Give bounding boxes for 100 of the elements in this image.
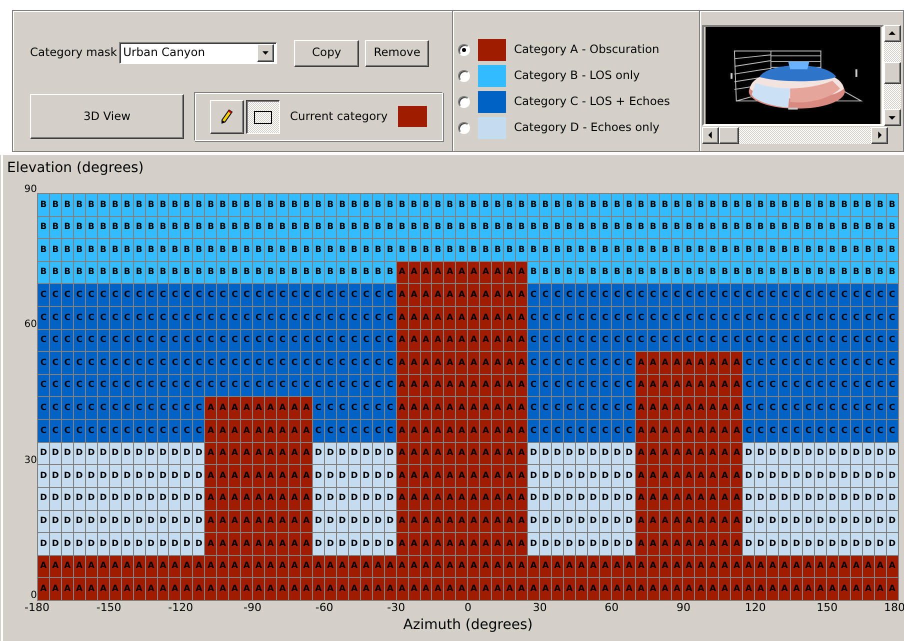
grid-cell[interactable]: C bbox=[86, 330, 97, 352]
grid-cell[interactable]: A bbox=[814, 556, 826, 578]
grid-cell[interactable]: A bbox=[181, 578, 192, 600]
grid-cell[interactable]: A bbox=[408, 556, 420, 578]
grid-cell[interactable]: C bbox=[791, 307, 802, 329]
grid-cell[interactable]: C bbox=[372, 352, 384, 374]
grid-cell[interactable]: C bbox=[767, 307, 778, 329]
grid-cell[interactable]: A bbox=[217, 556, 228, 578]
grid-cell[interactable]: B bbox=[62, 194, 73, 216]
grid-cell[interactable]: A bbox=[719, 578, 730, 600]
grid-cell[interactable]: D bbox=[146, 488, 157, 510]
grid-cell[interactable]: B bbox=[253, 194, 264, 216]
grid-cell[interactable]: B bbox=[886, 239, 898, 261]
grid-cell[interactable]: A bbox=[480, 533, 492, 555]
grid-cell[interactable]: C bbox=[874, 397, 886, 420]
grid-cell[interactable]: C bbox=[38, 352, 49, 374]
grid-cell[interactable]: C bbox=[850, 307, 862, 329]
grid-cell[interactable]: D bbox=[134, 510, 145, 532]
grid-cell[interactable]: C bbox=[874, 307, 886, 329]
grid-cell[interactable]: A bbox=[636, 488, 647, 510]
grid-cell[interactable]: B bbox=[265, 194, 276, 216]
grid-cell[interactable]: C bbox=[564, 352, 575, 374]
grid-cell[interactable]: C bbox=[324, 374, 336, 396]
grid-cell[interactable]: C bbox=[779, 352, 790, 374]
grid-cell[interactable]: C bbox=[62, 352, 73, 374]
grid-cell[interactable]: A bbox=[468, 465, 480, 487]
grid-cell[interactable]: B bbox=[672, 216, 682, 238]
grid-cell[interactable]: D bbox=[540, 442, 551, 464]
grid-cell[interactable]: A bbox=[480, 284, 492, 306]
grid-cell[interactable]: C bbox=[324, 420, 336, 442]
grid-cell[interactable]: D bbox=[600, 533, 611, 555]
grid-cell[interactable]: D bbox=[312, 442, 324, 464]
grid-cell[interactable]: A bbox=[874, 556, 886, 578]
grid-cell[interactable]: C bbox=[158, 330, 168, 352]
grid-cell[interactable]: B bbox=[229, 262, 240, 284]
grid-cell[interactable]: A bbox=[695, 420, 706, 442]
grid-cell[interactable]: A bbox=[396, 307, 408, 329]
grid-cell[interactable]: A bbox=[396, 578, 408, 600]
grid-cell[interactable]: C bbox=[193, 307, 204, 329]
grid-cell[interactable]: B bbox=[253, 239, 264, 261]
grid-cell[interactable]: A bbox=[229, 397, 240, 420]
grid-cell[interactable]: A bbox=[492, 352, 504, 374]
grid-cell[interactable]: A bbox=[277, 510, 288, 532]
grid-cell[interactable]: B bbox=[122, 262, 133, 284]
grid-cell[interactable]: A bbox=[229, 556, 240, 578]
grid-cell[interactable]: A bbox=[456, 442, 468, 464]
grid-cell[interactable]: D bbox=[743, 533, 754, 555]
grid-cell[interactable]: C bbox=[205, 284, 216, 306]
grid-cell[interactable]: D bbox=[169, 533, 180, 555]
grid-cell[interactable]: D bbox=[588, 488, 599, 510]
grid-cell[interactable]: A bbox=[420, 510, 432, 532]
grid-cell[interactable]: D bbox=[181, 442, 192, 464]
grid-cell[interactable]: C bbox=[348, 397, 360, 420]
grid-cell[interactable]: A bbox=[300, 578, 312, 600]
grid-cell[interactable]: D bbox=[826, 488, 838, 510]
grid-cell[interactable]: C bbox=[540, 374, 551, 396]
grid-cell[interactable]: A bbox=[755, 578, 766, 600]
grid-cell[interactable]: B bbox=[719, 262, 730, 284]
grid-cell[interactable]: C bbox=[850, 374, 862, 396]
grid-cell[interactable]: A bbox=[695, 488, 706, 510]
grid-cell[interactable]: A bbox=[110, 578, 121, 600]
grid-cell[interactable]: A bbox=[432, 420, 444, 442]
grid-cell[interactable]: B bbox=[289, 239, 300, 261]
grid-cell[interactable]: C bbox=[169, 397, 180, 420]
grid-cell[interactable]: B bbox=[134, 194, 145, 216]
grid-cell[interactable]: C bbox=[348, 420, 360, 442]
grid-cell[interactable]: D bbox=[564, 465, 575, 487]
grid-cell[interactable]: A bbox=[38, 556, 49, 578]
grid-cell[interactable]: D bbox=[600, 442, 611, 464]
grid-cell[interactable]: C bbox=[731, 284, 742, 306]
grid-cell[interactable]: B bbox=[134, 239, 145, 261]
grid-cell[interactable]: D bbox=[779, 510, 790, 532]
grid-cell[interactable]: C bbox=[552, 284, 563, 306]
grid-cell[interactable]: A bbox=[850, 578, 862, 600]
grid-cell[interactable]: C bbox=[253, 307, 264, 329]
grid-cell[interactable]: A bbox=[300, 397, 312, 420]
grid-cell[interactable]: A bbox=[205, 465, 216, 487]
grid-cell[interactable]: C bbox=[146, 284, 157, 306]
grid-cell[interactable]: B bbox=[122, 239, 133, 261]
grid-cell[interactable]: B bbox=[253, 216, 264, 238]
grid-cell[interactable]: C bbox=[122, 420, 133, 442]
grid-cell[interactable]: C bbox=[707, 307, 718, 329]
grid-cell[interactable]: A bbox=[300, 556, 312, 578]
grid-cell[interactable]: C bbox=[146, 307, 157, 329]
grid-cell[interactable]: A bbox=[396, 284, 408, 306]
grid-cell[interactable]: C bbox=[50, 420, 61, 442]
grid-cell[interactable]: D bbox=[862, 488, 874, 510]
grid-cell[interactable]: D bbox=[540, 488, 551, 510]
grid-cell[interactable]: A bbox=[158, 556, 168, 578]
grid-cell[interactable]: C bbox=[50, 330, 61, 352]
grid-cell[interactable]: C bbox=[336, 352, 348, 374]
grid-cell[interactable]: A bbox=[408, 397, 420, 420]
grid-cell[interactable]: A bbox=[253, 510, 264, 532]
grid-cell[interactable]: D bbox=[74, 533, 85, 555]
grid-cell[interactable]: A bbox=[707, 352, 718, 374]
grid-cell[interactable]: D bbox=[312, 533, 324, 555]
grid-cell[interactable]: D bbox=[86, 465, 97, 487]
grid-cell[interactable]: C bbox=[826, 284, 838, 306]
grid-cell[interactable]: C bbox=[110, 330, 121, 352]
grid-cell[interactable]: C bbox=[886, 284, 898, 306]
